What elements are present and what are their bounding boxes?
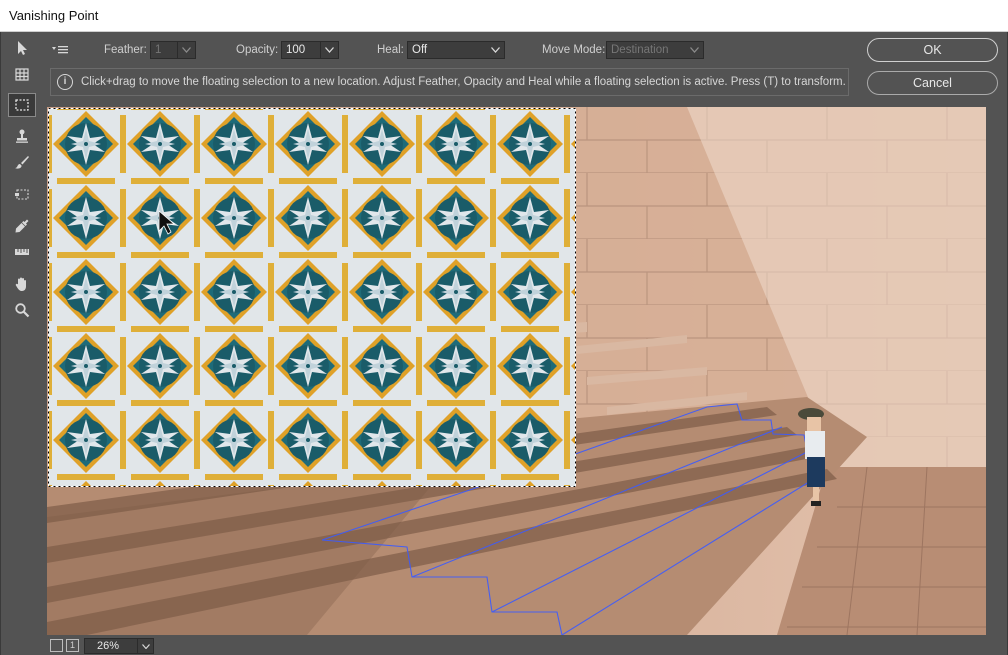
step-info-icon[interactable]: 1 — [66, 639, 79, 652]
options-menu-icon[interactable] — [52, 43, 68, 55]
ruler-icon — [15, 249, 29, 255]
window-title: Vanishing Point — [9, 8, 99, 23]
chevron-down-icon[interactable] — [137, 639, 153, 653]
magnifier-icon — [15, 303, 30, 318]
eyedropper-tool[interactable] — [8, 214, 36, 238]
chevron-down-icon[interactable] — [320, 42, 338, 58]
ok-button[interactable]: OK — [867, 38, 998, 62]
edit-plane-tool[interactable] — [8, 36, 36, 60]
info-icon: i — [57, 74, 73, 90]
cancel-button[interactable]: Cancel — [867, 71, 998, 95]
marquee-tool[interactable] — [8, 93, 36, 117]
create-plane-tool[interactable] — [8, 62, 36, 86]
zoom-tool[interactable] — [8, 298, 36, 322]
heal-select[interactable]: Off — [407, 41, 505, 59]
opacity-label: Opacity: — [236, 44, 279, 56]
grid-plane-icon — [15, 68, 29, 81]
transform-tool[interactable] — [8, 182, 36, 206]
title-bar: Vanishing Point — [0, 0, 1008, 32]
feather-label: Feather: — [104, 44, 147, 56]
opacity-field[interactable]: 100 — [281, 41, 339, 59]
zoom-value: 26% — [97, 640, 120, 652]
brush-tool[interactable] — [8, 150, 36, 174]
stamp-tool[interactable] — [8, 124, 36, 148]
heal-label: Heal: — [377, 44, 404, 56]
arrow-pointer-icon — [18, 41, 27, 55]
preview-canvas[interactable] — [47, 107, 986, 635]
info-message: Click+drag to move the floating selectio… — [81, 76, 846, 88]
move-mode-label: Move Mode: — [542, 44, 606, 56]
feather-value: 1 — [155, 44, 162, 56]
marquee-icon — [15, 99, 29, 111]
move-mode-select[interactable]: Destination — [606, 41, 704, 59]
heal-value: Off — [412, 44, 428, 56]
brush-icon — [15, 156, 29, 169]
feather-field[interactable]: 1 — [150, 41, 196, 59]
hand-tool[interactable] — [8, 272, 36, 296]
stamp-icon — [16, 129, 28, 143]
zoom-select[interactable]: 26% — [84, 638, 154, 654]
chevron-down-icon[interactable] — [685, 42, 703, 58]
move-mode-value: Destination — [611, 44, 669, 56]
info-bar: i Click+drag to move the floating select… — [50, 68, 849, 96]
hand-icon — [15, 277, 26, 291]
opacity-value: 100 — [286, 44, 306, 56]
transform-icon — [15, 189, 29, 200]
measure-tool[interactable] — [8, 240, 36, 264]
eyedropper-icon — [15, 219, 29, 233]
show-edges-icon[interactable] — [50, 639, 63, 652]
chevron-down-icon[interactable] — [177, 42, 195, 58]
scene-image — [47, 107, 986, 635]
chevron-down-icon[interactable] — [486, 42, 504, 58]
